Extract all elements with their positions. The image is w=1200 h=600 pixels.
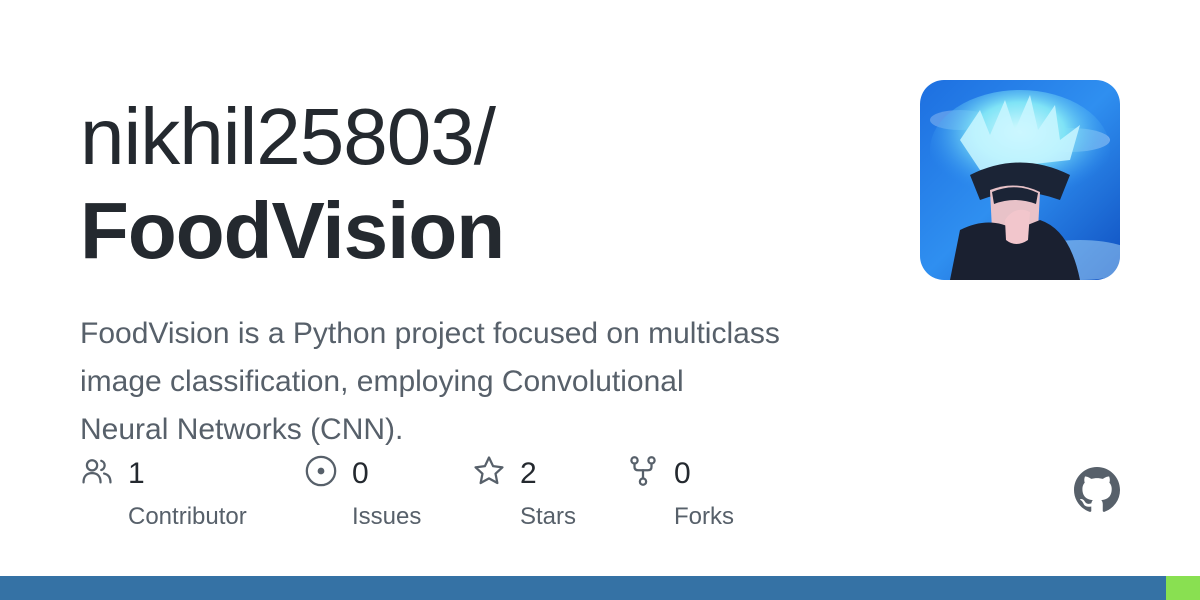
contributors-label: Contributor xyxy=(128,503,247,530)
issues-label: Issues xyxy=(352,503,422,530)
repo-description: FoodVision is a Python project focused o… xyxy=(80,317,780,446)
repo-title-owner[interactable]: nikhil25803/ xyxy=(80,92,496,182)
contributors-count: 1 xyxy=(128,457,145,490)
github-mark-icon[interactable] xyxy=(1074,467,1120,513)
stars-label: Stars xyxy=(520,503,577,530)
forks-count: 0 xyxy=(674,457,691,490)
repo-title-name[interactable]: FoodVision xyxy=(80,186,505,276)
star-icon xyxy=(472,454,506,488)
language-bar xyxy=(0,576,1200,600)
forks-label: Forks xyxy=(674,503,734,530)
issues-count: 0 xyxy=(352,457,369,490)
owner-avatar xyxy=(920,80,1120,280)
issue-opened-icon xyxy=(304,454,338,488)
stars-count: 2 xyxy=(520,457,537,490)
language-bar-segment xyxy=(1166,576,1200,600)
repo-forked-icon xyxy=(626,454,660,488)
language-bar-segment xyxy=(0,576,1167,600)
people-icon xyxy=(80,454,114,488)
